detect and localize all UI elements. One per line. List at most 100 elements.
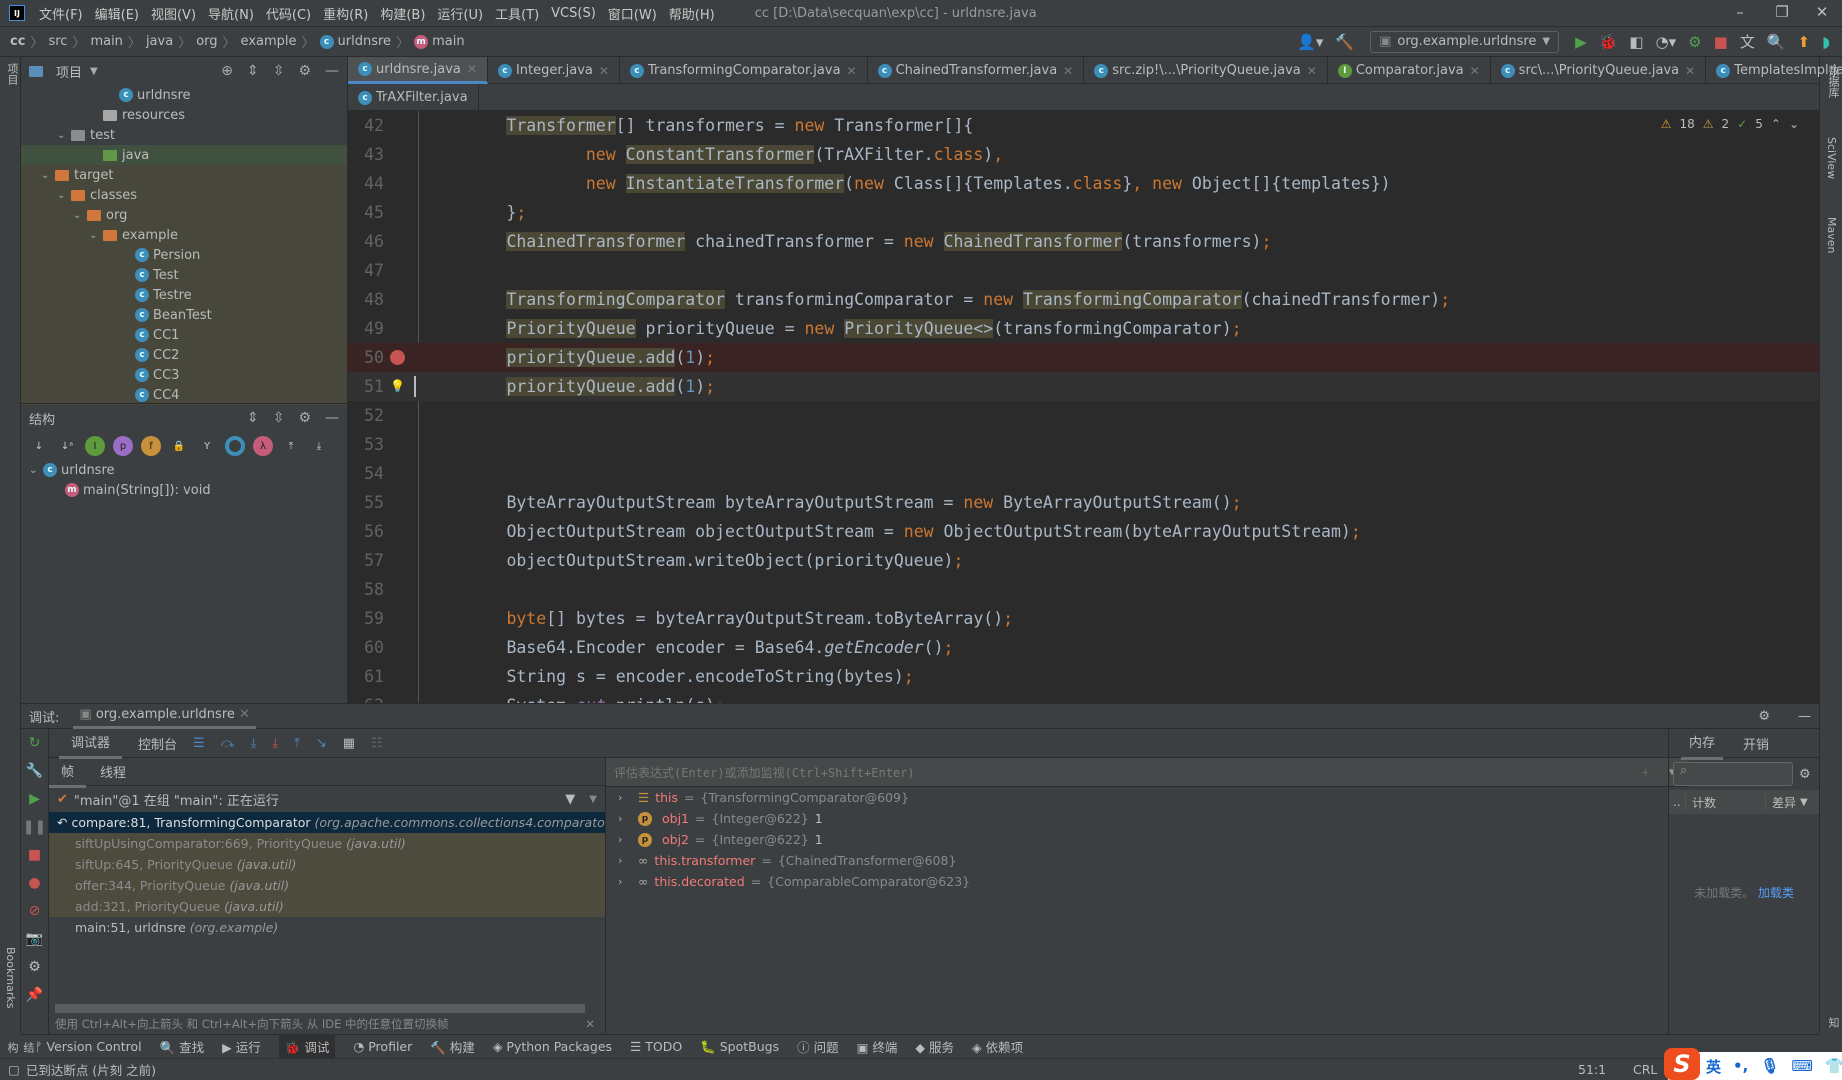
line-number[interactable]: 47 [348,256,384,285]
tool-window-button[interactable]: ◈ 依赖项 [972,1037,1023,1056]
line-number[interactable]: 53 [348,430,384,459]
editor-tab[interactable]: c ChainedTransformer.java ✕ [868,57,1085,84]
tree-item[interactable]: c Persion [21,245,347,265]
menu-item[interactable]: 文件(F) [39,4,83,23]
collapse-all-icon[interactable]: ⇳ [273,410,285,426]
breadcrumb-item[interactable]: main [432,34,464,49]
stop-icon[interactable]: ■ [1714,33,1728,51]
code-line[interactable]: 47 [348,256,1819,285]
tool-window-button[interactable]: ◆ 服务 [915,1037,954,1056]
memory-search-input[interactable]: ⌕ [1673,762,1793,786]
inspection-widget[interactable]: ⚠ 18 ⚠ 2 ✓ 5 ⌃ ⌄ [1661,117,1799,131]
code-line[interactable]: 54 [348,459,1819,488]
hide-icon[interactable]: — [1798,709,1811,724]
keyboard-icon[interactable]: ⌨ [1791,1057,1813,1075]
structure-method-item[interactable]: m main(String[]): void [21,480,347,500]
rerun-icon[interactable]: ↻ [29,735,41,751]
line-number[interactable]: 42 [348,111,384,140]
line-number[interactable]: 51 [348,372,384,401]
pause-icon[interactable]: ❚❚ [23,819,46,835]
menu-item[interactable]: 视图(V) [151,4,196,23]
tree-item[interactable]: ⌄ target [21,165,347,185]
tree-item[interactable]: c CC3 [21,365,347,385]
code-line[interactable]: 55 ByteArrayOutputStream byteArrayOutputS… [348,488,1819,517]
code-line[interactable]: 51 💡 priorityQueue.add(1); [348,372,1819,401]
editor-tab[interactable]: c TransformingComparator.java ✕ [620,57,868,84]
line-number[interactable]: 50 [348,343,384,372]
tool-window-button[interactable]: 🐛 SpotBugs [700,1039,779,1055]
tree-item[interactable]: c BeanTest [21,305,347,325]
editor-tab[interactable]: c src.zip!\...\PriorityQueue.java ✕ [1084,57,1328,84]
tool-window-button[interactable]: ▶ 运行 [222,1037,261,1056]
code-line[interactable]: 48 TransformingComparator transformingCom… [348,285,1819,314]
tab-frames[interactable]: 帧 [49,756,87,788]
tree-item[interactable]: ⌄ classes [21,185,347,205]
run-config-select[interactable]: ▣ org.example.urldnsre ▼ [1370,30,1560,53]
menu-item[interactable]: 帮助(H) [669,4,715,23]
tree-item[interactable]: ⌄ test [21,125,347,145]
column-diff[interactable]: 差异 [1765,793,1796,811]
gear-icon[interactable]: ⚙ [1758,709,1770,724]
stack-frame[interactable]: add:321, PriorityQueue (java.util) [49,896,605,917]
menu-item[interactable]: 构建(B) [380,4,425,23]
line-number[interactable]: 58 [348,575,384,604]
line-number[interactable]: 54 [348,459,384,488]
show-inherited-icon[interactable]: I [85,436,105,456]
line-number[interactable]: 61 [348,662,384,691]
coverage-icon[interactable]: ◧ [1629,33,1643,51]
tree-item[interactable]: c CC4 [21,385,347,405]
mute-breakpoints-icon[interactable]: ⊘ [29,903,41,919]
breadcrumb-item[interactable]: main [90,34,122,49]
chevron-icon[interactable]: ⌄ [73,210,87,221]
tab-overhead[interactable]: 开销 [1743,734,1769,753]
gear-icon[interactable]: ⚙ [298,410,311,426]
editor-tab[interactable]: I Comparator.java ✕ [1328,57,1491,84]
line-number[interactable]: 45 [348,198,384,227]
project-tool-button[interactable]: 项目 [4,63,20,85]
code-line[interactable]: 58 [348,575,1819,604]
code-line[interactable]: 49 PriorityQueue priorityQueue = new Prio… [348,314,1819,343]
line-number[interactable]: 52 [348,401,384,430]
force-step-into-icon[interactable]: ⤓ [272,736,278,751]
editor-tab[interactable]: c TrAXFilter.java [348,84,479,111]
sciview-tool-button[interactable]: SciView [1825,137,1838,179]
add-watch-icon[interactable]: + [1642,765,1649,779]
column-count[interactable]: 计数 [1685,793,1765,811]
maximize-button[interactable]: ❐ [1762,3,1802,21]
close-tab-icon[interactable]: ✕ [599,64,609,78]
stack-frame[interactable]: siftUp:645, PriorityQueue (java.util) [49,854,605,875]
sort-alpha-icon[interactable]: ↓ᵃ [57,436,77,456]
code-line[interactable]: 42 Transformer[] transformers = new Trans… [348,111,1819,140]
chevron-icon[interactable]: ⌄ [57,190,71,201]
next-highlight-icon[interactable]: ⌄ [1789,117,1799,131]
show-properties-icon[interactable]: p [113,436,133,456]
variable-row[interactable]: › p obj2 = {Integer@622} 1 [606,829,1689,850]
evaluate-expression-input[interactable]: 评估表达式(Enter)或添加监视(Ctrl+Shift+Enter) + ▼ [606,758,1689,787]
tool-window-button[interactable]: 🔍 查找 [160,1037,205,1056]
view-breakpoints-icon[interactable]: ● [28,875,40,891]
caret-position[interactable]: 51:1 [1578,1062,1606,1077]
layout-icon[interactable]: ☰ [193,736,205,751]
breadcrumb-item[interactable]: cc [10,34,25,49]
code-line[interactable]: 57 objectOutputStream.writeObject(priorit… [348,546,1819,575]
locate-icon[interactable]: ⊕ [221,63,233,79]
intellij-logo[interactable]: IJ [9,5,25,21]
status-toggle-icon[interactable]: ▢ [8,1062,20,1077]
menu-item[interactable]: 运行(U) [437,4,483,23]
line-number[interactable]: 56 [348,517,384,546]
structure-class-item[interactable]: ⌄ c urldnsre [21,460,347,480]
tool-window-button[interactable]: 🐞 调试 [278,1034,336,1059]
breakpoint-icon[interactable] [390,350,405,365]
code-line[interactable]: 50 priorityQueue.add(1); [348,343,1819,372]
close-tab-icon[interactable]: ✕ [1307,64,1317,78]
tool-window-button[interactable]: ▣ 终端 [857,1037,898,1056]
tab-threads[interactable]: 线程 [100,762,126,781]
tool-window-button[interactable]: ◔ Profiler [353,1039,412,1054]
minimize-button[interactable]: – [1720,3,1760,21]
tree-item[interactable]: resources [21,105,347,125]
close-tab-icon[interactable]: ✕ [1470,64,1480,78]
menu-item[interactable]: 编辑(E) [95,4,139,23]
variable-row[interactable]: › p obj1 = {Integer@622} 1 [606,808,1689,829]
microphone-icon[interactable]: 🎙 [1760,1057,1779,1075]
step-into-icon[interactable]: ⤓ [251,736,257,751]
